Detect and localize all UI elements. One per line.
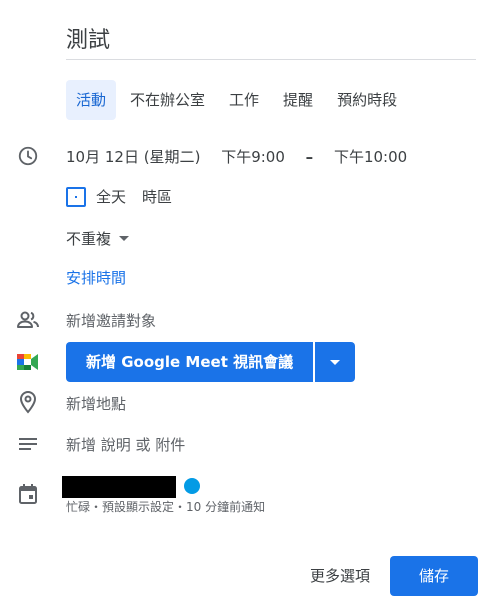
event-date[interactable]: 10月 12日 (星期二) bbox=[66, 148, 200, 166]
event-type-tabs: 活動 不在辦公室 工作 提醒 預約時段 bbox=[66, 80, 411, 120]
calendar-icon bbox=[16, 482, 40, 506]
datetime-row: 10月 12日 (星期二) 下午9:00 – 下午10:00 bbox=[66, 146, 423, 167]
google-meet-button-group: 新增 Google Meet 視訊會議 bbox=[66, 342, 356, 382]
clock-icon bbox=[16, 144, 40, 168]
tab-task[interactable]: 工作 bbox=[219, 80, 269, 120]
more-options-button[interactable]: 更多選項 bbox=[300, 560, 380, 592]
add-location-field[interactable]: 新增地點 bbox=[66, 393, 126, 414]
event-title-field[interactable]: 測試 bbox=[66, 20, 476, 60]
find-time-link[interactable]: 安排時間 bbox=[66, 267, 126, 288]
event-title-text: 測試 bbox=[66, 28, 111, 53]
redacted-calendar-owner[interactable] bbox=[62, 476, 176, 498]
repeat-label: 不重複 bbox=[66, 230, 112, 248]
google-meet-icon bbox=[16, 350, 40, 374]
meet-options-dropdown[interactable] bbox=[315, 342, 356, 382]
save-button[interactable]: 儲存 bbox=[390, 556, 478, 596]
caret-down-icon bbox=[330, 359, 341, 365]
tab-out-of-office[interactable]: 不在辦公室 bbox=[120, 80, 215, 120]
people-icon bbox=[16, 308, 40, 332]
allday-checkbox[interactable] bbox=[66, 186, 86, 207]
allday-row: 全天 時區 bbox=[66, 186, 172, 207]
event-end-time[interactable]: 下午10:00 bbox=[334, 148, 407, 166]
tab-appointment-slots[interactable]: 預約時段 bbox=[327, 80, 407, 120]
event-start-time[interactable]: 下午9:00 bbox=[221, 148, 285, 166]
tab-event[interactable]: 活動 bbox=[66, 80, 117, 120]
calendar-details[interactable]: 忙碌・預設顯示設定・10 分鐘前通知 bbox=[66, 498, 265, 515]
location-pin-icon bbox=[16, 390, 40, 414]
tab-reminder[interactable]: 提醒 bbox=[273, 80, 323, 120]
caret-down-icon bbox=[119, 236, 130, 241]
repeat-dropdown[interactable]: 不重複 bbox=[66, 228, 130, 249]
add-google-meet-button[interactable]: 新增 Google Meet 視訊會議 bbox=[66, 342, 314, 382]
add-description-field[interactable]: 新增 說明 或 附件 bbox=[66, 434, 185, 455]
timezone-button[interactable]: 時區 bbox=[142, 186, 172, 207]
allday-label[interactable]: 全天 bbox=[96, 186, 126, 207]
description-icon bbox=[16, 432, 40, 456]
add-guests-field[interactable]: 新增邀請對象 bbox=[66, 310, 156, 331]
time-separator: – bbox=[305, 148, 314, 166]
calendar-color-dot bbox=[184, 478, 200, 494]
